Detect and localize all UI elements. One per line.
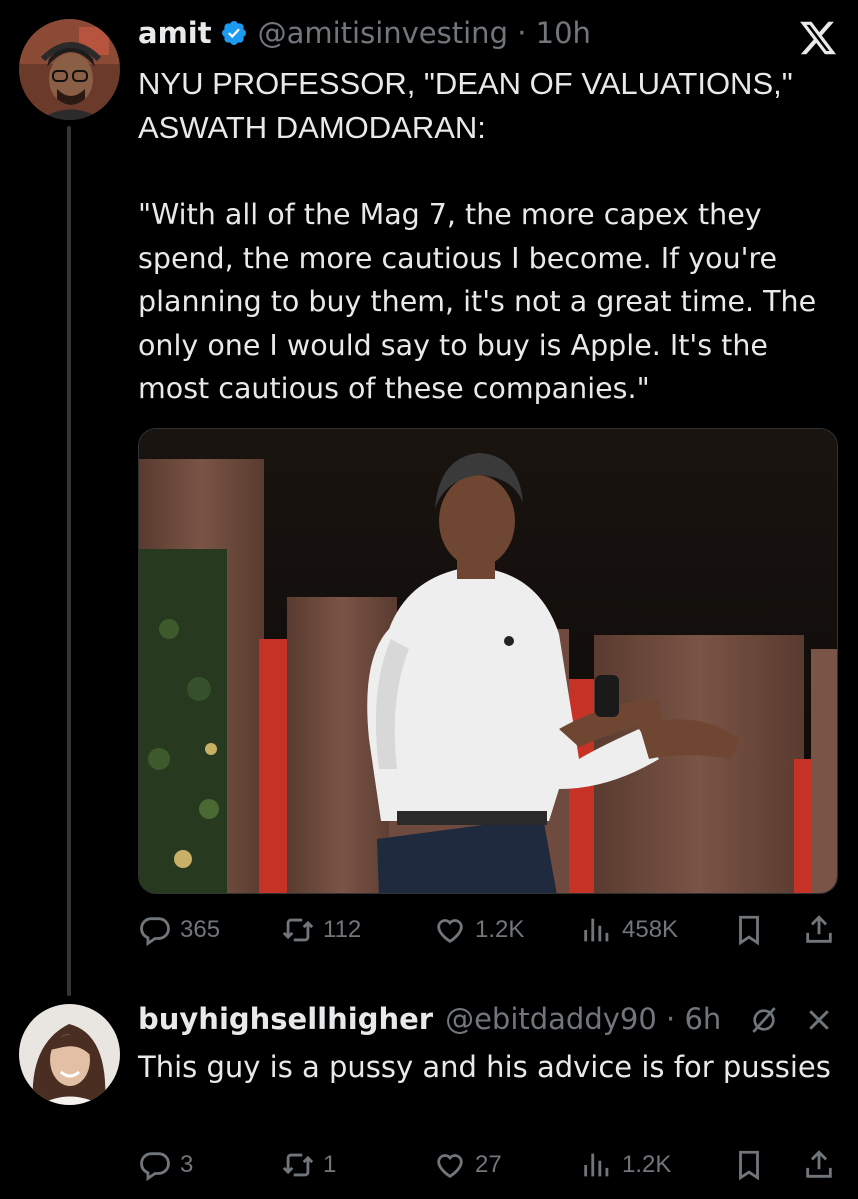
verified-badge-icon — [221, 21, 246, 45]
x-logo-icon[interactable] — [798, 18, 838, 58]
share-button[interactable] — [802, 913, 836, 947]
tweet-headline: NYU PROFESSOR, "DEAN OF VALUATIONS," ASW… — [138, 66, 793, 145]
repost-icon — [282, 918, 314, 942]
views-icon — [584, 1153, 609, 1177]
bookmark-button[interactable] — [732, 913, 766, 947]
share-icon — [806, 1150, 832, 1178]
bookmark-icon — [739, 915, 759, 946]
reply-handle-time[interactable]: @ebitdaddy90 · 6h — [445, 1002, 721, 1036]
grok-icon[interactable] — [748, 1004, 780, 1036]
like-count: 1.2K — [475, 916, 525, 943]
author-handle-time[interactable]: @amitisinvesting · 10h — [258, 16, 591, 50]
like-icon — [437, 919, 463, 943]
repost-count: 112 — [323, 916, 362, 943]
reply-actions: 3 1 27 1.2K — [138, 1148, 838, 1188]
reply-like-button[interactable]: 27 — [433, 1148, 502, 1182]
reply-body: This guy is a pussy and his advice is fo… — [138, 1050, 831, 1084]
tweet-body: "With all of the Mag 7, the more capex t… — [138, 198, 817, 405]
thread-connector-line — [67, 126, 71, 996]
view-count: 458K — [622, 916, 679, 943]
reply-reply-count: 3 — [180, 1151, 194, 1178]
reply-icon — [140, 1152, 170, 1182]
like-button[interactable]: 1.2K — [433, 913, 524, 947]
share-icon — [806, 915, 832, 943]
tweet-actions: 365 112 1.2K 458K — [138, 913, 838, 953]
views-icon — [584, 918, 609, 942]
author-avatar[interactable] — [19, 19, 120, 120]
reply-count: 365 — [180, 916, 221, 943]
reply-icon — [140, 917, 170, 947]
reply-repost-count: 1 — [323, 1151, 337, 1178]
reply-button[interactable]: 365 — [138, 913, 220, 947]
reply-like-count: 27 — [475, 1151, 502, 1178]
views-button[interactable]: 458K — [580, 913, 678, 947]
close-icon[interactable] — [804, 1005, 834, 1035]
reply-author-avatar[interactable] — [19, 1004, 120, 1105]
reply-views-button[interactable]: 1.2K — [580, 1148, 671, 1182]
tweet-photo[interactable] — [138, 428, 838, 894]
like-icon — [437, 1154, 463, 1178]
repost-icon — [282, 1153, 314, 1177]
reply-reply-button[interactable]: 3 — [138, 1148, 193, 1182]
author-name[interactable]: amit — [138, 16, 212, 50]
reply-view-count: 1.2K — [622, 1151, 672, 1178]
reply-repost-button[interactable]: 1 — [281, 1148, 336, 1182]
bookmark-icon — [739, 1150, 759, 1181]
reply-bookmark-button[interactable] — [732, 1148, 766, 1182]
repost-button[interactable]: 112 — [281, 913, 361, 947]
reply-author-name[interactable]: buyhighsellhigher — [138, 1002, 433, 1036]
reply-share-button[interactable] — [802, 1148, 836, 1182]
